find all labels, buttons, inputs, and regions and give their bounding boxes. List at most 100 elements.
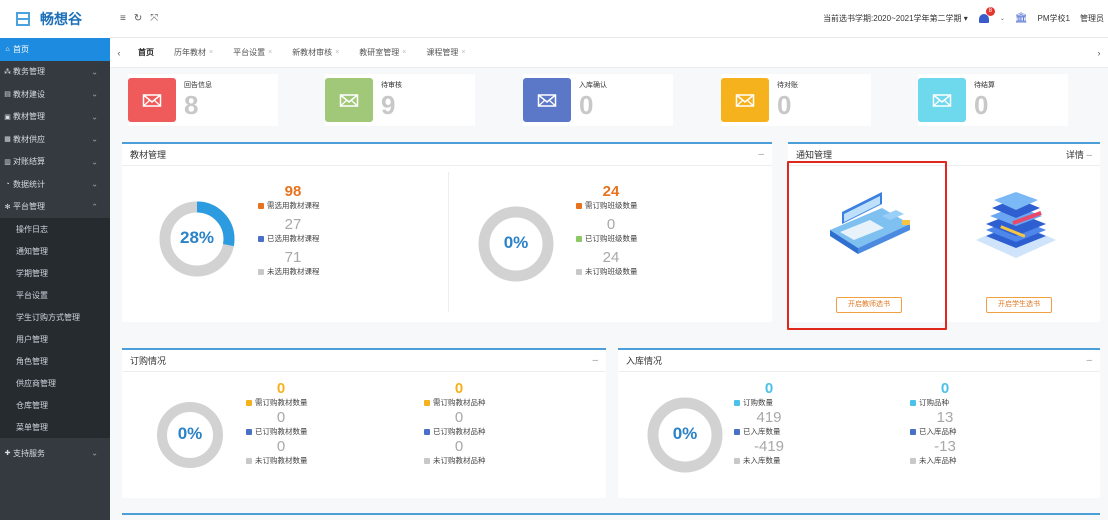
chevron-down-icon: ⌄ bbox=[91, 179, 98, 189]
legend-value: 0 bbox=[276, 380, 286, 397]
sidebar: 畅想谷 ⌂ 首页 ⁂ 教务管理 ⌄ ▤ 教材建设 ⌄ ▣ 教材管理 ⌄ ▦ 教材供应 ⌄ ▥ 对账结… bbox=[0, 0, 110, 520]
legend-item: 24 需订购班级数量 bbox=[576, 184, 646, 211]
fullscreen-icon[interactable]: ⤧ bbox=[150, 13, 158, 24]
sidebar-item-textbook-build[interactable]: ▤ 教材建设 ⌄ bbox=[0, 83, 110, 106]
panel-title: 教材管理 bbox=[130, 150, 167, 160]
legend-label-row: 未入库品种 bbox=[910, 455, 980, 466]
tab-research-office[interactable]: 教研室管理 × bbox=[349, 38, 416, 68]
tab-past-textbooks[interactable]: 历年教材 × bbox=[164, 38, 223, 68]
sidebar-item-textbook-manage[interactable]: ▣ 教材管理 ⌄ bbox=[0, 106, 110, 129]
legend-swatch bbox=[246, 457, 252, 464]
tabs-scroll-left-icon[interactable]: ‹ bbox=[110, 48, 128, 58]
legend-value: 419 bbox=[756, 409, 782, 426]
sidebar-item-supply[interactable]: ▦ 教材供应 ⌄ bbox=[0, 128, 110, 151]
legend-label-row: 已订购教材数量 bbox=[246, 426, 316, 437]
legend-swatch bbox=[734, 399, 740, 406]
detail-link[interactable]: 详情 bbox=[1066, 150, 1084, 160]
sidebar-item-support[interactable]: ✚ 支持服务 ⌄ bbox=[0, 442, 110, 465]
submenu-item-roles[interactable]: 角色管理 bbox=[0, 350, 110, 372]
legend-value: 71 bbox=[284, 249, 302, 266]
platform-submenu: 操作日志 通知管理 学期管理 平台设置 学生订购方式管理 用户管理 角色管理 供… bbox=[0, 218, 110, 438]
book-icon: ▣ bbox=[4, 113, 11, 121]
submenu-item-suppliers[interactable]: 供应商管理 bbox=[0, 372, 110, 394]
stat-card[interactable]: 入库确认 0 bbox=[523, 74, 673, 126]
legend-swatch bbox=[576, 202, 582, 209]
next-panel-border bbox=[122, 513, 1100, 515]
stat-card[interactable]: 回告信息 8 bbox=[128, 74, 278, 126]
legend-label: 已选用教材课程 bbox=[267, 234, 320, 243]
chevron-up-icon: ⌃ bbox=[91, 202, 98, 212]
tab-platform-settings[interactable]: 平台设置 × bbox=[223, 38, 282, 68]
submenu-item-platform-settings[interactable]: 平台设置 bbox=[0, 284, 110, 306]
tabs-bar: ‹ 首页 历年教材 × 平台设置 × 新教材审核 × 教研室管理 × 课程管理 × › bbox=[110, 38, 1108, 68]
legend-swatch bbox=[246, 428, 252, 435]
legend-value: 13 bbox=[936, 409, 954, 426]
semester-selector[interactable]: 当前选书学期:2020~2021学年第二学期 ▾ bbox=[823, 13, 968, 24]
box-icon: ▦ bbox=[4, 136, 11, 144]
legend-swatch bbox=[734, 457, 740, 464]
logo[interactable]: 畅想谷 bbox=[0, 0, 110, 38]
submenu-item-warehouse[interactable]: 仓库管理 bbox=[0, 394, 110, 416]
submenu-item-menu[interactable]: 菜单管理 bbox=[0, 416, 110, 438]
submenu-item-student-order[interactable]: 学生订购方式管理 bbox=[0, 306, 110, 328]
tabs-scroll-right-icon[interactable]: › bbox=[1090, 48, 1108, 58]
support-icon: ✚ bbox=[4, 450, 11, 458]
legend-item: 0 订购品种 bbox=[910, 381, 980, 408]
collapse-icon[interactable]: – bbox=[1086, 150, 1092, 161]
legend-label-row: 需订购教材数量 bbox=[246, 397, 316, 408]
legend-swatch bbox=[910, 399, 916, 406]
submenu-item-semester[interactable]: 学期管理 bbox=[0, 262, 110, 284]
submenu-item-operation-log[interactable]: 操作日志 bbox=[0, 218, 110, 240]
mail-icon bbox=[537, 94, 557, 107]
tab-new-textbook-review[interactable]: 新教材审核 × bbox=[282, 38, 349, 68]
stat-label: 待对账 bbox=[777, 82, 798, 89]
stat-card[interactable]: 待对账 0 bbox=[721, 74, 871, 126]
stat-icon-box bbox=[325, 78, 373, 122]
donut-percent: 0% bbox=[503, 233, 529, 252]
close-icon[interactable]: × bbox=[402, 49, 406, 56]
org-icon: ⁂ bbox=[4, 68, 11, 76]
stat-card[interactable]: 待结算 0 bbox=[918, 74, 1068, 126]
legend-item: 0 未订购教材品种 bbox=[424, 439, 494, 466]
submenu-item-notice[interactable]: 通知管理 bbox=[0, 240, 110, 262]
legend-item: 0 需订购教材数量 bbox=[246, 381, 316, 408]
sidebar-item-platform[interactable]: ✻ 平台管理 ⌃ bbox=[0, 196, 110, 219]
top-bar: ≡ ↻ ⤧ 当前选书学期:2020~2021学年第二学期 ▾ 8 ⌄ 🏛 PM学… bbox=[110, 0, 1108, 38]
collapse-icon[interactable]: – bbox=[1086, 355, 1092, 366]
close-icon[interactable]: × bbox=[461, 49, 465, 56]
legend-label-row: 未订购教材数量 bbox=[246, 455, 316, 466]
tab-home[interactable]: 首页 bbox=[128, 38, 164, 68]
open-student-selection-button[interactable]: 开启学生选书 bbox=[986, 297, 1052, 313]
stat-card[interactable]: 待审核 9 bbox=[325, 74, 475, 126]
school-name[interactable]: PM学校1 bbox=[1038, 13, 1070, 24]
caret-down-icon: ▾ bbox=[963, 13, 968, 23]
stat-value: 0 bbox=[579, 90, 594, 120]
stat-icon-box bbox=[128, 78, 176, 122]
user-name[interactable]: 管理员 bbox=[1080, 13, 1104, 24]
bell-icon[interactable]: 8 bbox=[978, 7, 995, 24]
calc-icon: ▥ bbox=[4, 158, 11, 166]
panel-title: 订购情况 bbox=[130, 356, 167, 366]
donut-percent: 0% bbox=[672, 424, 698, 443]
refresh-icon[interactable]: ↻ bbox=[134, 13, 142, 24]
stat-value: 0 bbox=[974, 90, 989, 120]
close-icon[interactable]: × bbox=[268, 49, 272, 56]
collapse-icon[interactable]: – bbox=[758, 149, 764, 160]
collapse-icon[interactable]: – bbox=[592, 355, 598, 366]
close-icon[interactable]: × bbox=[209, 49, 213, 56]
legend-label-row: 需选用教材课程 bbox=[258, 200, 328, 211]
tab-course-manage[interactable]: 课程管理 × bbox=[416, 38, 475, 68]
sidebar-item-statistics[interactable]: ◔ 数据统计 ⌄ bbox=[0, 173, 110, 196]
legend-label-row: 已入库数量 bbox=[734, 426, 804, 437]
legend-swatch bbox=[424, 457, 430, 464]
close-icon[interactable]: × bbox=[335, 49, 339, 56]
legend-swatch bbox=[246, 399, 252, 406]
submenu-item-users[interactable]: 用户管理 bbox=[0, 328, 110, 350]
donut-percent: 28% bbox=[179, 228, 215, 247]
sidebar-item-home[interactable]: ⌂ 首页 bbox=[0, 38, 110, 61]
legend-value: 0 bbox=[454, 380, 464, 397]
sidebar-item-settlement[interactable]: ▥ 对账结算 ⌄ bbox=[0, 151, 110, 174]
panel-header: 订购情况 – bbox=[122, 350, 606, 372]
sidebar-item-academic[interactable]: ⁂ 教务管理 ⌄ bbox=[0, 61, 110, 84]
menu-toggle-icon[interactable]: ≡ bbox=[120, 13, 126, 24]
